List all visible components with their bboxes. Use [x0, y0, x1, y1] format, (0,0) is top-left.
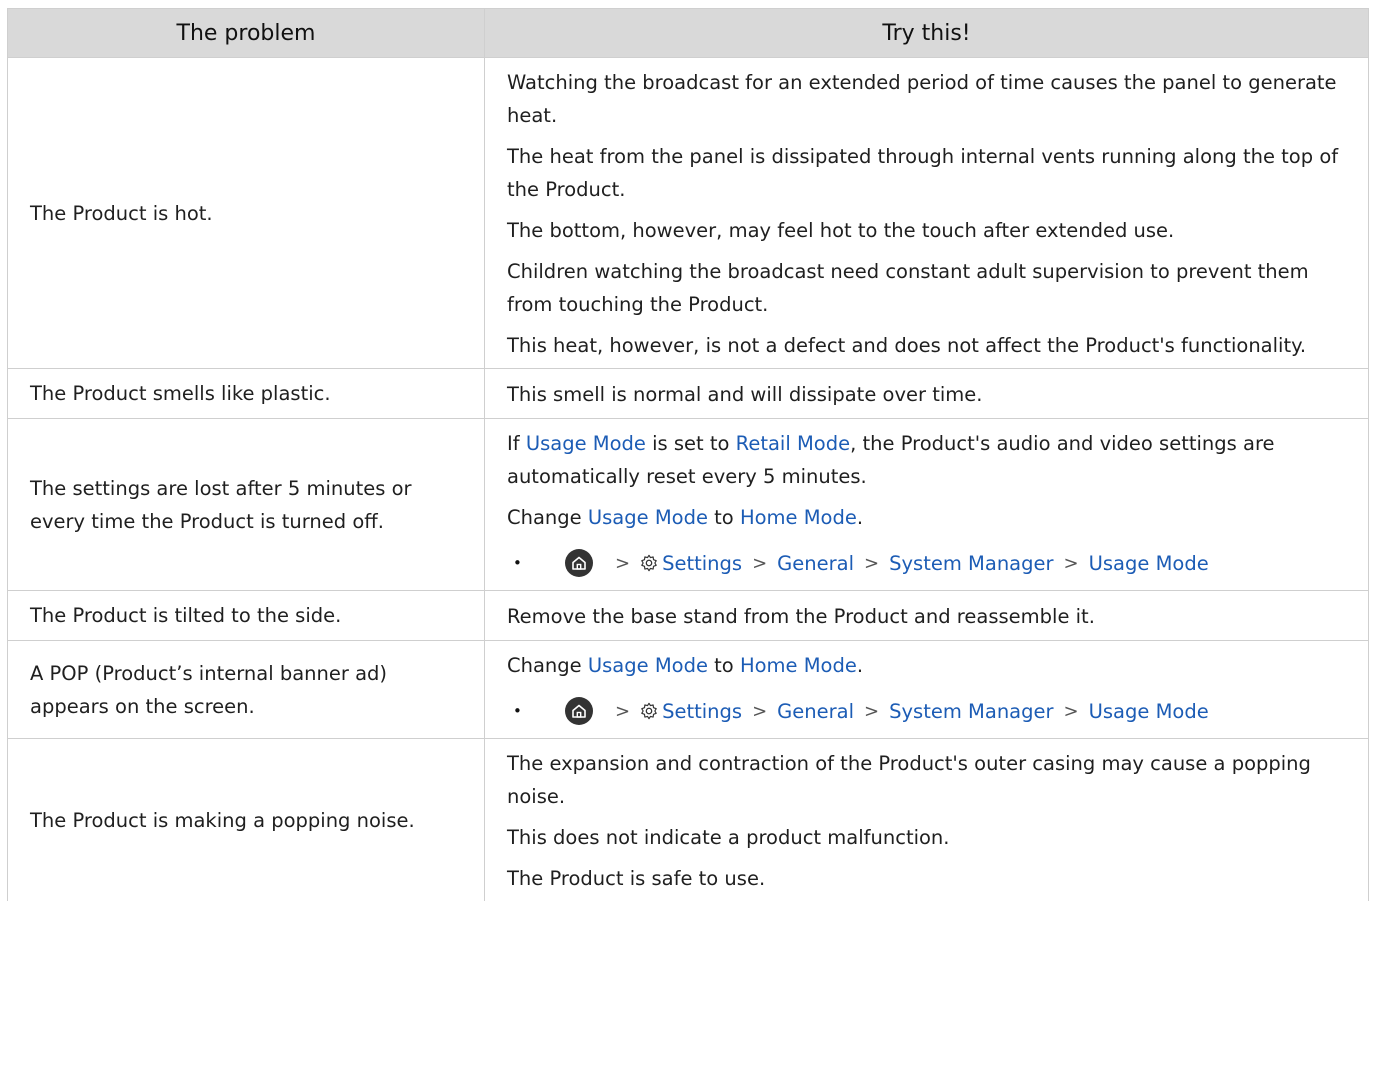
solution-cell: This smell is normal and will dissipate … — [484, 368, 1369, 419]
menu-path: • > Settings > General > System Manager … — [507, 690, 1346, 732]
chevron-right-icon: > — [615, 552, 631, 574]
solution-cell: The expansion and contraction of the Pro… — [484, 738, 1369, 901]
system-manager-link[interactable]: System Manager — [889, 695, 1053, 728]
usage-mode-link[interactable]: Usage Mode — [1089, 547, 1209, 580]
home-mode-link[interactable]: Home Mode — [740, 506, 857, 529]
general-link[interactable]: General — [777, 547, 854, 580]
table-row: The settings are lost after 5 minutes or… — [7, 418, 1369, 591]
problem-cell: The Product is hot. — [7, 57, 485, 369]
settings-link[interactable]: Settings — [662, 547, 742, 580]
solution-text: The Product is safe to use. — [507, 867, 766, 890]
solution-text: This heat, however, is not a defect and … — [507, 334, 1307, 357]
table-row: The Product is hot. Watching the broadca… — [7, 57, 1369, 369]
table-row: The Product is tilted to the side. Remov… — [7, 590, 1369, 641]
gear-icon — [640, 702, 658, 720]
text-segment: to — [707, 654, 740, 677]
usage-mode-link[interactable]: Usage Mode — [526, 432, 646, 455]
header-problem: The problem — [7, 8, 485, 58]
problem-cell: The Product is making a popping noise. — [7, 738, 485, 901]
solution-text: This smell is normal and will dissipate … — [507, 383, 983, 406]
problem-cell: The Product is tilted to the side. — [7, 590, 485, 641]
chevron-right-icon: > — [864, 552, 880, 574]
home-icon[interactable] — [565, 697, 593, 725]
chevron-right-icon: > — [1063, 700, 1079, 722]
system-manager-link[interactable]: System Manager — [889, 547, 1053, 580]
chevron-right-icon: > — [615, 700, 631, 722]
text-segment: If — [507, 432, 526, 455]
bullet: • — [513, 701, 522, 720]
problem-cell: The Product smells like plastic. — [7, 368, 485, 419]
solution-text: Watching the broadcast for an extended p… — [507, 71, 1337, 127]
table-row: The Product is making a popping noise. T… — [7, 738, 1369, 901]
text-segment: . — [856, 506, 864, 529]
solution-text: Children watching the broadcast need con… — [507, 260, 1309, 316]
gear-icon — [640, 554, 658, 572]
problem-cell: A POP (Product’s internal banner ad) app… — [7, 640, 485, 739]
general-link[interactable]: General — [777, 695, 854, 728]
chevron-right-icon: > — [752, 700, 768, 722]
solution-text: Remove the base stand from the Product a… — [507, 605, 1095, 628]
solution-text: This does not indicate a product malfunc… — [507, 826, 950, 849]
solution-text: If Usage Mode is set to Retail Mode, the… — [507, 427, 1346, 493]
solution-text: The bottom, however, may feel hot to the… — [507, 219, 1175, 242]
table-header-row: The problem Try this! — [7, 8, 1369, 58]
solution-text: Change Usage Mode to Home Mode. — [507, 649, 1346, 682]
usage-mode-link[interactable]: Usage Mode — [588, 654, 708, 677]
retail-mode-link[interactable]: Retail Mode — [736, 432, 850, 455]
text-segment: is set to — [645, 432, 736, 455]
chevron-right-icon: > — [752, 552, 768, 574]
text-segment: to — [707, 506, 740, 529]
header-solution: Try this! — [484, 8, 1369, 58]
usage-mode-link[interactable]: Usage Mode — [588, 506, 708, 529]
problem-cell: The settings are lost after 5 minutes or… — [7, 418, 485, 591]
usage-mode-link[interactable]: Usage Mode — [1089, 695, 1209, 728]
solution-text: Change Usage Mode to Home Mode. — [507, 501, 1346, 534]
troubleshooting-table: The problem Try this! The Product is hot… — [7, 8, 1369, 901]
text-segment: . — [856, 654, 864, 677]
table-row: A POP (Product’s internal banner ad) app… — [7, 640, 1369, 739]
solution-cell: Remove the base stand from the Product a… — [484, 590, 1369, 641]
home-icon[interactable] — [565, 549, 593, 577]
solution-text: The heat from the panel is dissipated th… — [507, 145, 1339, 201]
chevron-right-icon: > — [864, 700, 880, 722]
menu-path: • > Settings > General > System Manager … — [507, 542, 1346, 584]
solution-cell: If Usage Mode is set to Retail Mode, the… — [484, 418, 1369, 591]
solution-cell: Change Usage Mode to Home Mode. • > Sett… — [484, 640, 1369, 739]
text-segment: Change — [507, 654, 588, 677]
solution-text: The expansion and contraction of the Pro… — [507, 752, 1311, 808]
settings-link[interactable]: Settings — [662, 695, 742, 728]
text-segment: Change — [507, 506, 588, 529]
chevron-right-icon: > — [1063, 552, 1079, 574]
bullet: • — [513, 553, 522, 572]
table-row: The Product smells like plastic. This sm… — [7, 368, 1369, 419]
solution-cell: Watching the broadcast for an extended p… — [484, 57, 1369, 369]
home-mode-link[interactable]: Home Mode — [740, 654, 857, 677]
